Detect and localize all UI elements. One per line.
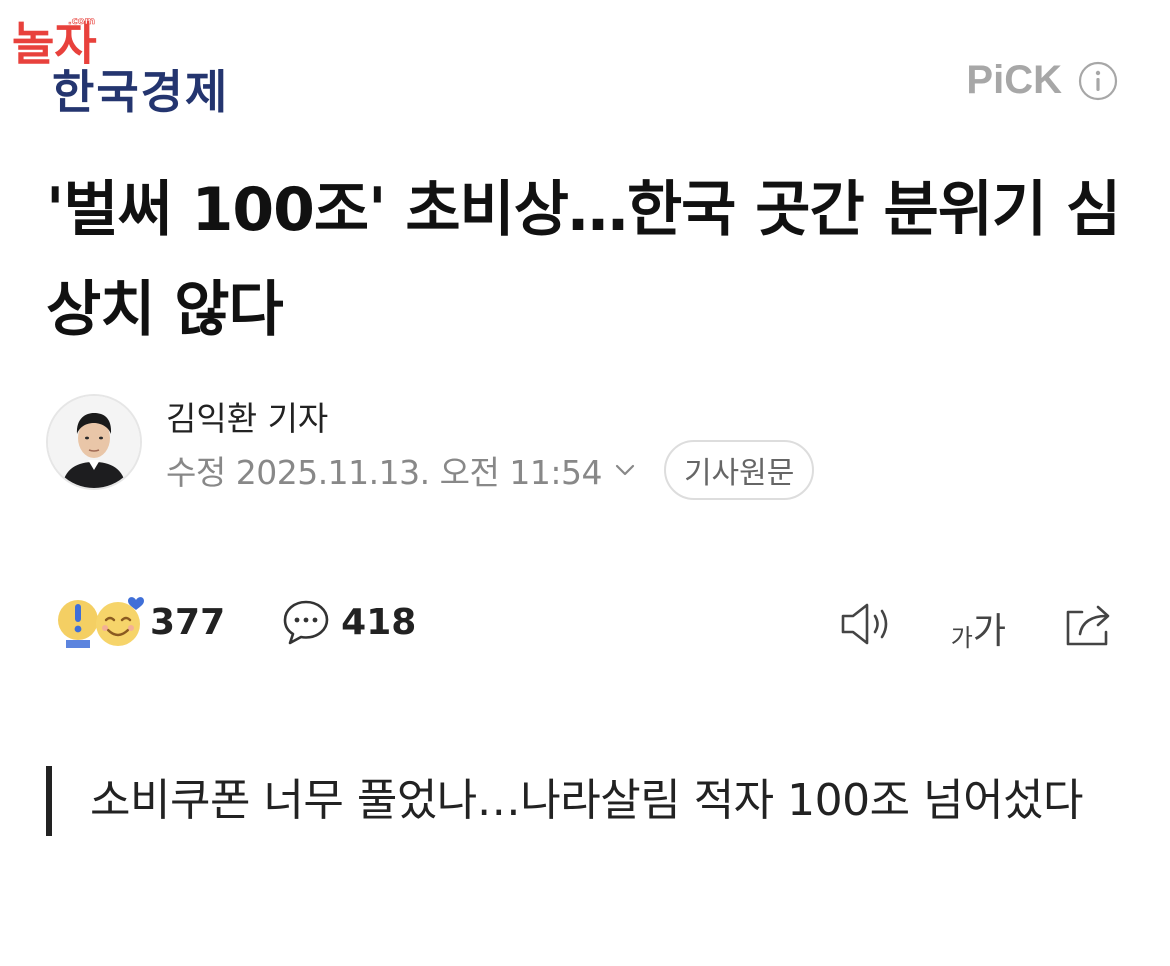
reaction-count[interactable]: 377 [150, 602, 225, 643]
font-size-big-label: 가 [972, 611, 1006, 652]
pick-label: PiCK [966, 58, 1062, 102]
article-subheadline: 소비쿠폰 너무 풀었나…나라살림 적자 100조 넘어섰다 [46, 766, 1170, 836]
press-logo[interactable]: 한국경제 [52, 56, 229, 122]
comment-bubble-icon [283, 600, 329, 645]
article-tools: 가 가 [837, 596, 1120, 652]
reporter-name[interactable]: 김익환 기자 [166, 392, 328, 440]
pick-badge[interactable]: PiCK [966, 58, 1118, 103]
font-size-button[interactable]: 가 가 [950, 598, 1006, 652]
reaction-emoji-icon[interactable] [56, 594, 150, 650]
chevron-down-icon[interactable] [612, 457, 638, 483]
share-icon[interactable] [1060, 598, 1120, 650]
speaker-icon[interactable] [837, 598, 897, 650]
reactions-bar: 377 418 [56, 592, 416, 652]
svg-text:.com: .com [68, 16, 95, 27]
reporter-avatar[interactable] [46, 394, 142, 490]
article-meta: 수정 2025.11.13. 오전 11:54 기사원문 [166, 440, 815, 500]
comment-count: 418 [341, 601, 417, 643]
article-date[interactable]: 수정 2025.11.13. 오전 11:54 [166, 446, 602, 494]
comment-button[interactable]: 418 [281, 597, 416, 647]
info-icon[interactable] [1078, 61, 1118, 101]
font-size-small-label: 가 [950, 624, 973, 652]
article-headline: '벌써 100조' 초비상…한국 곳간 분위기 심상치 않다 [46, 175, 1121, 345]
reporter-photo [48, 396, 140, 488]
original-article-button[interactable]: 기사원문 [663, 440, 815, 500]
